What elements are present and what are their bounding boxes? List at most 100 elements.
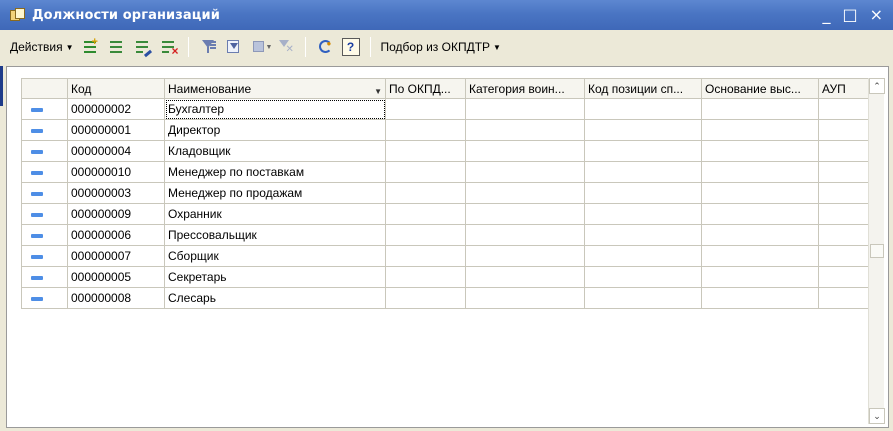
name-cell[interactable]: Охранник (164, 203, 386, 225)
okpd-cell[interactable] (385, 140, 466, 162)
refresh-icon[interactable]: ● (316, 38, 334, 56)
code-cell[interactable]: 000000001 (67, 119, 165, 141)
military-category-cell[interactable] (465, 203, 585, 225)
scroll-up-button[interactable]: ⌃ (869, 78, 885, 94)
column-header-name[interactable]: Наименование ▼ (164, 78, 386, 99)
name-cell[interactable]: Секретарь (164, 266, 386, 288)
aup-cell[interactable] (818, 182, 874, 204)
column-header-code[interactable]: Код (67, 78, 165, 99)
table-row[interactable]: 000000001 Директор (21, 119, 874, 141)
code-cell[interactable]: 000000005 (67, 266, 165, 288)
name-cell[interactable]: Кладовщик (164, 140, 386, 162)
basis-cell[interactable] (701, 182, 819, 204)
basis-cell[interactable] (701, 266, 819, 288)
table-row[interactable]: 000000008 Слесарь (21, 287, 874, 309)
table-row[interactable]: 000000009 Охранник (21, 203, 874, 225)
military-category-cell[interactable] (465, 182, 585, 204)
military-category-cell[interactable] (465, 266, 585, 288)
name-cell[interactable]: Менеджер по продажам (164, 182, 386, 204)
aup-cell[interactable] (818, 203, 874, 225)
basis-cell[interactable] (701, 287, 819, 309)
military-category-cell[interactable] (465, 161, 585, 183)
code-cell[interactable]: 000000009 (67, 203, 165, 225)
delete-item-icon[interactable]: × (160, 38, 179, 58)
title-bar[interactable]: Должности организаций _ □ × (0, 0, 893, 30)
actions-menu-button[interactable]: Действия ▼ (8, 38, 76, 56)
okpd-cell[interactable] (385, 224, 466, 246)
position-code-cell[interactable] (584, 161, 702, 183)
code-cell[interactable]: 000000010 (67, 161, 165, 183)
name-cell[interactable]: Слесарь (164, 287, 386, 309)
filter-icon[interactable] (199, 38, 217, 56)
basis-cell[interactable] (701, 245, 819, 267)
aup-cell[interactable] (818, 287, 874, 309)
name-cell[interactable]: Сборщик (164, 245, 386, 267)
name-cell[interactable]: Бухгалтер (164, 98, 386, 120)
maximize-button[interactable]: □ (842, 7, 857, 23)
code-cell[interactable]: 000000007 (67, 245, 165, 267)
table-row[interactable]: 000000006 Прессовальщик (21, 224, 874, 246)
basis-cell[interactable] (701, 98, 819, 120)
military-category-cell[interactable] (465, 224, 585, 246)
position-code-cell[interactable] (584, 287, 702, 309)
table-row[interactable]: 000000005 Секретарь (21, 266, 874, 288)
okpd-cell[interactable] (385, 287, 466, 309)
position-code-cell[interactable] (584, 119, 702, 141)
code-cell[interactable]: 000000004 (67, 140, 165, 162)
okpd-cell[interactable] (385, 161, 466, 183)
table-row[interactable]: 000000007 Сборщик (21, 245, 874, 267)
basis-cell[interactable] (701, 119, 819, 141)
position-code-cell[interactable] (584, 203, 702, 225)
aup-cell[interactable] (818, 98, 874, 120)
okpd-cell[interactable] (385, 98, 466, 120)
filter-history-icon[interactable]: ▼ (251, 38, 272, 56)
military-category-cell[interactable] (465, 245, 585, 267)
position-code-cell[interactable] (584, 140, 702, 162)
column-header-military-category[interactable]: Категория воин... (465, 78, 585, 99)
scrollbar-thumb[interactable] (870, 244, 884, 258)
table-row[interactable]: 000000003 Менеджер по продажам (21, 182, 874, 204)
position-code-cell[interactable] (584, 266, 702, 288)
military-category-cell[interactable] (465, 98, 585, 120)
copy-item-icon[interactable] (108, 38, 126, 56)
basis-cell[interactable] (701, 161, 819, 183)
scroll-down-button[interactable]: ⌄ (869, 408, 885, 424)
position-code-cell[interactable] (584, 182, 702, 204)
edit-item-icon[interactable] (134, 38, 152, 58)
aup-cell[interactable] (818, 266, 874, 288)
add-item-icon[interactable]: + (82, 37, 100, 56)
position-code-cell[interactable] (584, 98, 702, 120)
code-cell[interactable]: 000000002 (67, 98, 165, 120)
aup-cell[interactable] (818, 161, 874, 183)
military-category-cell[interactable] (465, 119, 585, 141)
name-cell[interactable]: Директор (164, 119, 386, 141)
aup-cell[interactable] (818, 119, 874, 141)
column-header-okpd[interactable]: По ОКПД... (385, 78, 466, 99)
column-header-aup[interactable]: АУП (818, 78, 874, 99)
okpd-cell[interactable] (385, 245, 466, 267)
aup-cell[interactable] (818, 140, 874, 162)
code-cell[interactable]: 000000006 (67, 224, 165, 246)
column-header-position-code[interactable]: Код позиции сп... (584, 78, 702, 99)
okpd-cell[interactable] (385, 182, 466, 204)
aup-cell[interactable] (818, 224, 874, 246)
okpd-cell[interactable] (385, 119, 466, 141)
column-header-marker[interactable] (21, 78, 68, 99)
position-code-cell[interactable] (584, 224, 702, 246)
table-row[interactable]: 000000002 Бухгалтер (21, 98, 874, 120)
clear-filter-icon[interactable]: ✕ (277, 38, 295, 56)
position-code-cell[interactable] (584, 245, 702, 267)
help-button[interactable]: ? (341, 38, 360, 56)
minimize-button[interactable]: _ (822, 7, 830, 23)
okpd-cell[interactable] (385, 266, 466, 288)
table-row[interactable]: 000000010 Менеджер по поставкам (21, 161, 874, 183)
military-category-cell[interactable] (465, 140, 585, 162)
code-cell[interactable]: 000000008 (67, 287, 165, 309)
close-button[interactable]: × (870, 7, 883, 23)
column-header-basis[interactable]: Основание выс... (701, 78, 819, 99)
name-cell[interactable]: Менеджер по поставкам (164, 161, 386, 183)
table-row[interactable]: 000000004 Кладовщик (21, 140, 874, 162)
code-cell[interactable]: 000000003 (67, 182, 165, 204)
vertical-scrollbar[interactable]: ⌃ ⌄ (868, 78, 885, 424)
okpd-cell[interactable] (385, 203, 466, 225)
